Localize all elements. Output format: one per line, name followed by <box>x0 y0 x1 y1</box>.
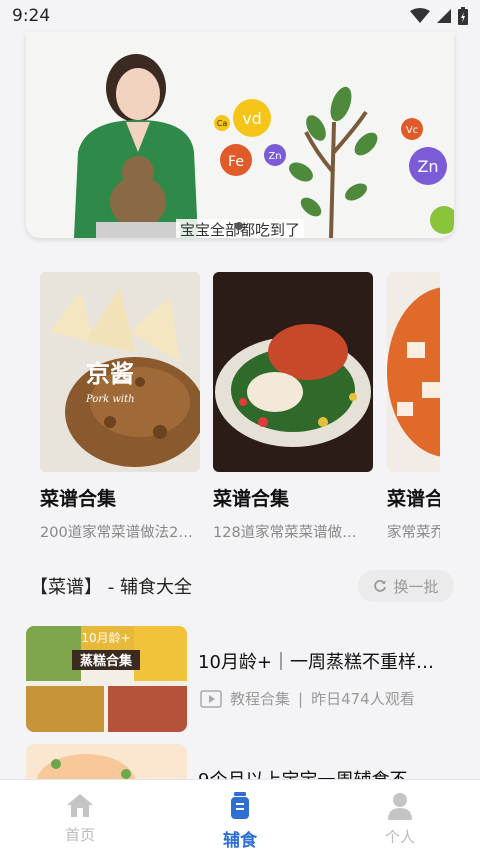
tab-profile-label: 个人 <box>384 828 415 846</box>
nutrient-zn-small: Zn <box>268 151 281 162</box>
card-overlay-subtitle: Pork with <box>85 394 135 405</box>
card-image <box>213 272 373 472</box>
wifi-icon <box>410 8 430 23</box>
collection-card[interactable]: 京酱 Pork with 菜谱合集 200道家常菜谱做法2… <box>40 272 200 542</box>
banner-carousel[interactable]: Ca vd Fe Zn Vc Zn 宝宝全部都吃到了 <box>26 32 454 238</box>
tab-profile[interactable]: 个人 <box>320 780 480 855</box>
collection-card[interactable]: 菜谱合 家常菜乔 <box>387 272 440 542</box>
card-overlay-title: 京酱 <box>86 360 134 388</box>
recipe-views: 昨日474人观看 <box>311 690 415 708</box>
recipe-meta: 教程合集 | 昨日474人观看 <box>200 688 415 709</box>
signal-icon <box>437 9 451 23</box>
battery-icon <box>458 7 468 25</box>
card-description: 200道家常菜谱做法2… <box>40 525 193 541</box>
banner-image: Ca vd Fe Zn Vc Zn <box>26 32 454 238</box>
section-title: 【菜谱】 - 辅食大全 <box>30 577 192 598</box>
section-header: 【菜谱】 - 辅食大全 换一批 <box>30 570 454 602</box>
meta-separator: | <box>298 689 304 708</box>
nutrient-ca: Ca <box>217 119 228 128</box>
collection-cards[interactable]: 京酱 Pork with 菜谱合集 200道家常菜谱做法2… 菜谱合集 128道… <box>40 272 440 542</box>
carousel-indicator[interactable] <box>235 222 243 230</box>
card-description: 128道家常菜菜谱做… <box>213 525 357 541</box>
status-bar: 9:24 <box>0 0 480 32</box>
card-title: 菜谱合集 <box>213 488 290 510</box>
nutrient-vc: Vc <box>406 125 418 136</box>
status-icons <box>410 7 468 25</box>
status-time: 9:24 <box>12 6 51 26</box>
tab-home[interactable]: 首页 <box>0 780 160 855</box>
card-description: 家常菜乔 <box>387 525 440 541</box>
video-icon <box>200 689 222 708</box>
tab-home-label: 首页 <box>64 826 95 844</box>
nutrient-vd: vd <box>242 109 262 128</box>
refresh-icon <box>374 580 387 592</box>
card-image <box>387 272 440 472</box>
nutrient-fe: Fe <box>228 154 244 170</box>
recipe-list-item[interactable]: 10月龄+ 蒸糕合集 10月龄+｜一周蒸糕不重样… 教程合集 | 昨日474人观… <box>26 626 454 734</box>
person-icon <box>388 793 412 820</box>
bottle-icon <box>231 792 249 819</box>
refresh-button[interactable]: 换一批 <box>358 570 454 602</box>
thumb-collection-label: 蒸糕合集 <box>80 653 133 669</box>
thumb-age-label: 10月龄+ <box>81 631 130 645</box>
bottom-tab-bar: 首页 辅食 个人 <box>0 779 480 855</box>
recipe-tag: 教程合集 <box>230 690 291 708</box>
tab-complementary-food[interactable]: 辅食 <box>160 780 320 855</box>
collection-card[interactable]: 菜谱合集 128道家常菜菜谱做… <box>213 272 373 542</box>
refresh-label: 换一批 <box>393 577 439 596</box>
recipe-thumbnail: 10月龄+ 蒸糕合集 <box>26 626 187 732</box>
card-title: 菜谱合集 <box>40 488 117 510</box>
home-icon <box>67 794 93 817</box>
card-image: 京酱 Pork with <box>40 272 200 472</box>
nutrient-zn-large: Zn <box>417 157 438 176</box>
card-title: 菜谱合 <box>387 488 440 510</box>
recipe-title: 10月龄+｜一周蒸糕不重样… <box>198 652 434 673</box>
tab-complementary-food-label: 辅食 <box>223 831 257 851</box>
